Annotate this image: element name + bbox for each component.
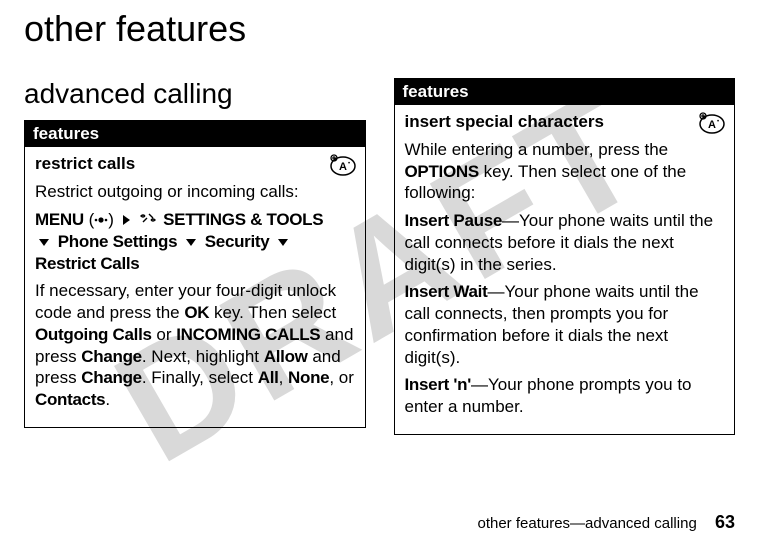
- incoming-calls: INCOMING CALLS: [176, 325, 320, 344]
- features-box-restrict: features A • restrict calls Restrict out…: [24, 120, 366, 428]
- page-number: 63: [715, 512, 735, 532]
- insert-intro: While entering a number, press the OPTIO…: [405, 139, 725, 204]
- insert-wait: Insert Wait—Your phone waits until the c…: [405, 281, 725, 368]
- features-header: features: [25, 121, 365, 147]
- page-footer: other features—advanced calling 63: [477, 512, 735, 533]
- text: .: [105, 390, 110, 409]
- restrict-instructions: If necessary, enter your four-digit unlo…: [35, 280, 355, 411]
- right-column: features A • insert special characters W…: [394, 78, 736, 435]
- arrow-down-icon: [35, 232, 53, 251]
- center-key-icon: [94, 209, 108, 231]
- text: . Finally, select: [142, 368, 258, 387]
- text: ,: [279, 368, 288, 387]
- svg-text:A: A: [708, 119, 716, 131]
- phone-settings: Phone Settings: [58, 232, 178, 251]
- features-header: features: [395, 79, 735, 105]
- insert-pause-label: Insert Pause: [405, 211, 503, 230]
- allow-option: Allow: [264, 347, 308, 366]
- insert-special-title: insert special characters: [405, 111, 725, 133]
- text: , or: [329, 368, 354, 387]
- arrow-down-icon: [182, 232, 200, 251]
- tools-icon: [140, 209, 156, 231]
- options-key: OPTIONS: [405, 162, 479, 181]
- close-paren: ): [108, 210, 118, 229]
- text: While entering a number, press the: [405, 140, 669, 159]
- ok-key: OK: [184, 303, 209, 322]
- text: key. Then select: [209, 303, 336, 322]
- feature-badge-icon: A •: [698, 111, 726, 135]
- insert-pause: Insert Pause—Your phone waits until the …: [405, 210, 725, 275]
- change-btn: Change: [81, 347, 142, 366]
- footer-text: other features—advanced calling: [477, 515, 696, 532]
- text: . Next, highlight: [142, 347, 264, 366]
- page-title: other features: [24, 8, 735, 50]
- features-body: A • insert special characters While ente…: [395, 105, 735, 434]
- settings-tools: SETTINGS & TOOLS: [163, 210, 323, 229]
- contacts-option: Contacts: [35, 390, 105, 409]
- restrict-line1: Restrict outgoing or incoming calls:: [35, 181, 355, 203]
- section-title: advanced calling: [24, 78, 366, 110]
- insert-wait-label: Insert Wait: [405, 282, 488, 301]
- text: or: [152, 325, 177, 344]
- restrict-calls-title: restrict calls: [35, 153, 355, 175]
- page-content: other features advanced calling features…: [0, 0, 759, 435]
- change-btn: Change: [81, 368, 142, 387]
- insert-n: Insert 'n'—Your phone prompts you to ent…: [405, 374, 725, 418]
- menu-label: MENU: [35, 210, 84, 229]
- svg-text:A: A: [339, 161, 347, 173]
- arrow-down-icon: [274, 232, 292, 251]
- left-column: advanced calling features A • restrict c…: [24, 78, 366, 435]
- features-box-insert: features A • insert special characters W…: [394, 78, 736, 435]
- feature-badge-icon: A •: [329, 153, 357, 177]
- restrict-calls-item: Restrict Calls: [35, 254, 139, 273]
- features-body: A • restrict calls Restrict outgoing or …: [25, 147, 365, 427]
- outgoing-calls: Outgoing Calls: [35, 325, 152, 344]
- security: Security: [205, 232, 270, 251]
- menu-path: MENU ( ) SETTINGS & TOOLS Phone Settings: [35, 209, 355, 275]
- svg-text:•: •: [347, 161, 349, 167]
- arrow-right-icon: [119, 210, 134, 229]
- all-option: All: [258, 368, 279, 387]
- svg-text:•: •: [717, 119, 719, 125]
- none-option: None: [288, 368, 329, 387]
- columns: advanced calling features A • restrict c…: [24, 78, 735, 435]
- insert-n-label: Insert 'n': [405, 375, 472, 394]
